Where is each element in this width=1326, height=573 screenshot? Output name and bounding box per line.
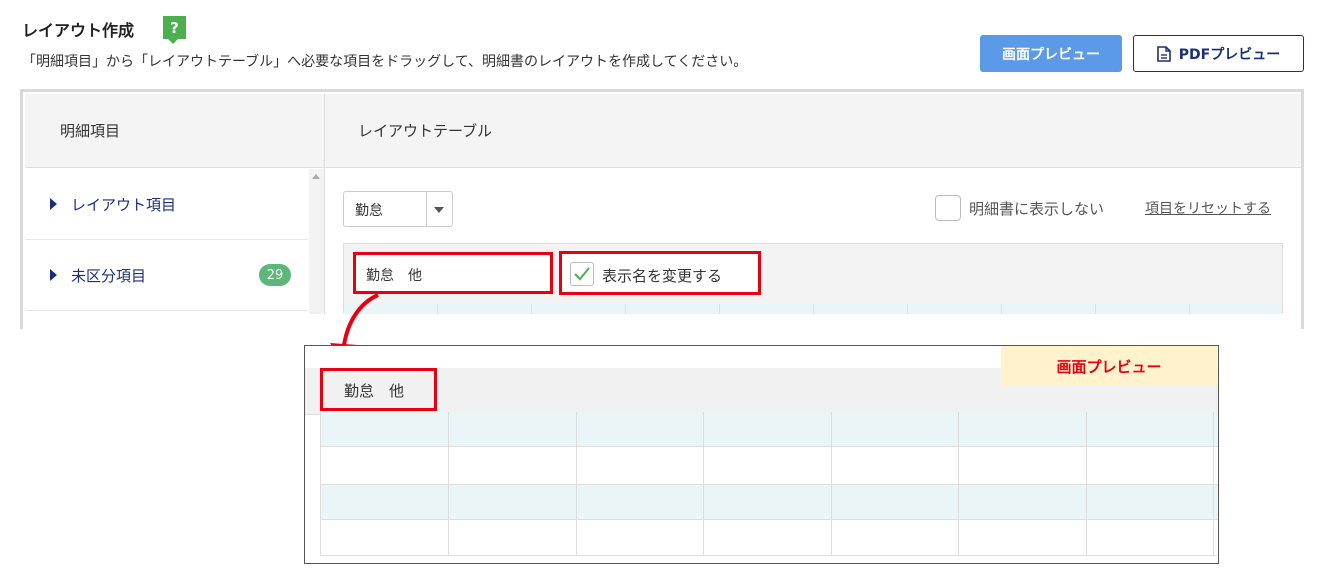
detail-items-header: 明細項目: [25, 94, 324, 168]
category-select[interactable]: 勤怠: [343, 191, 453, 227]
caret-right-icon: [50, 269, 57, 281]
table-row: [321, 485, 1218, 520]
help-icon[interactable]: ?: [163, 16, 186, 44]
table-column-line: [437, 304, 438, 314]
checkmark-icon: [574, 267, 590, 281]
rename-option[interactable]: 表示名を変更する: [559, 251, 761, 295]
hide-in-statement-checkbox[interactable]: [935, 195, 961, 221]
table-column-line: [1095, 304, 1096, 314]
layout-table-heading: レイアウトテーブル: [358, 122, 493, 140]
page-description: 「明細項目」から「レイアウトテーブル」へ必要な項目をドラッグして、明細書のレイア…: [22, 54, 748, 70]
preview-table-name: 勤怠 他: [320, 368, 437, 411]
table-column-line: [531, 304, 532, 314]
count-badge: 29: [259, 264, 291, 286]
document-icon: [1156, 45, 1171, 62]
layout-table-header: レイアウトテーブル: [325, 94, 1301, 168]
preview-table-grid: [320, 412, 1218, 556]
pdf-preview-button[interactable]: PDFプレビュー: [1133, 35, 1304, 72]
scroll-up-icon[interactable]: [312, 174, 320, 179]
rename-checkbox[interactable]: [570, 262, 594, 286]
chevron-down-icon: [434, 207, 444, 213]
table-name-input[interactable]: 勤怠 他: [353, 252, 553, 294]
preview-table-name-text: 勤怠 他: [344, 382, 405, 400]
table-name-value: 勤怠 他: [366, 268, 422, 284]
table-column-line: [719, 304, 720, 314]
table-column-line: [448, 412, 449, 555]
caret-right-icon: [50, 198, 57, 210]
table-row: [321, 412, 1218, 447]
pdf-preview-label: PDFプレビュー: [1178, 46, 1281, 63]
table-column-line: [625, 304, 626, 314]
hide-in-statement-label: 明細書に表示しない: [969, 200, 1105, 218]
detail-items-heading: 明細項目: [60, 122, 121, 140]
preview-tag: 画面プレビュー: [1001, 346, 1217, 386]
category-select-value: 勤怠: [355, 203, 383, 219]
table-row: [321, 520, 1218, 555]
page-title: レイアウト作成: [22, 21, 135, 40]
table-column-line: [576, 412, 577, 555]
panel-divider: [324, 94, 325, 314]
screen-preview-button[interactable]: 画面プレビュー: [980, 35, 1122, 72]
table-column-line: [1189, 304, 1190, 314]
rename-label: 表示名を変更する: [602, 267, 723, 285]
reset-items-link[interactable]: 項目をリセットする: [1145, 198, 1271, 218]
table-column-line: [1213, 412, 1214, 555]
sidebar-item-label: レイアウト項目: [71, 195, 177, 214]
table-column-line: [813, 304, 814, 314]
table-column-line: [958, 412, 959, 555]
table-column-line: [703, 412, 704, 555]
table-column-line: [1086, 412, 1087, 555]
sidebar-item-layout-items[interactable]: レイアウト項目: [25, 169, 308, 240]
table-column-line: [1001, 304, 1002, 314]
select-divider: [426, 192, 427, 226]
sidebar-item-label: 未区分項目: [71, 266, 147, 285]
table-column-line: [831, 412, 832, 555]
sidebar-item-unclassified-items[interactable]: 未区分項目 29: [25, 240, 308, 311]
table-row: [321, 447, 1218, 485]
table-column-line: [907, 304, 908, 314]
